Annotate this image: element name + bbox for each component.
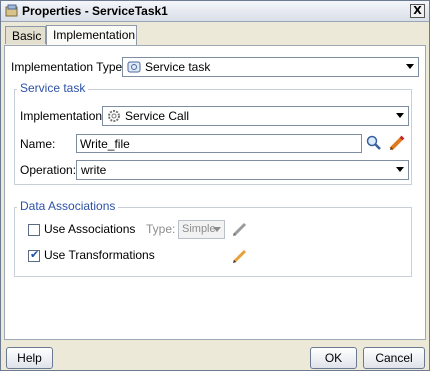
use-transformations-label: Use Transformations <box>44 248 155 262</box>
type-combo[interactable]: Simple <box>178 220 225 239</box>
edit-icon[interactable] <box>231 220 249 238</box>
name-value: Write_file <box>80 137 130 151</box>
operation-value: write <box>81 163 107 177</box>
edit-icon[interactable] <box>231 247 249 265</box>
use-associations-checkbox[interactable] <box>28 224 40 236</box>
title-bar[interactable]: Properties - ServiceTask1 X <box>1 1 429 22</box>
implementation-type-label: Implementation Type: <box>11 60 126 74</box>
operation-label: Operation: <box>20 163 77 177</box>
implementation-combo[interactable]: Service Call <box>102 106 409 126</box>
close-button[interactable]: X <box>410 4 425 18</box>
name-label: Name: <box>20 137 56 151</box>
implementation-label: Implementation: <box>20 109 106 123</box>
gear-icon <box>108 110 120 122</box>
chevron-down-icon <box>406 64 414 69</box>
tab-basic[interactable]: Basic <box>5 26 46 44</box>
use-transformations-checkbox[interactable]: ✔ <box>28 248 40 262</box>
search-icon[interactable] <box>365 134 383 152</box>
tab-implementation[interactable]: Implementation <box>46 25 137 45</box>
properties-icon <box>5 4 18 17</box>
implementation-type-combo[interactable]: Service task <box>122 57 419 77</box>
service-task-group-title: Service task <box>17 81 89 95</box>
data-associations-group-title: Data Associations <box>17 199 119 213</box>
implementation-panel: Implementation Type: Service task Servic… <box>4 45 426 340</box>
properties-dialog: Properties - ServiceTask1 X Basic Implem… <box>0 0 430 371</box>
service-task-icon <box>127 61 141 73</box>
type-label: Type: <box>146 222 176 236</box>
help-button[interactable]: Help <box>6 347 53 369</box>
chevron-down-icon <box>213 227 221 232</box>
cancel-button[interactable]: Cancel <box>363 347 425 369</box>
implementation-type-value: Service task <box>145 60 211 74</box>
data-associations-group <box>14 207 412 277</box>
operation-combo[interactable]: write <box>76 160 409 180</box>
type-value: Simple <box>182 223 216 235</box>
dialog-title: Properties - ServiceTask1 <box>22 4 168 18</box>
chevron-down-icon <box>396 113 404 118</box>
implementation-value: Service Call <box>125 109 190 123</box>
edit-icon[interactable] <box>388 134 406 152</box>
ok-button[interactable]: OK <box>310 347 357 369</box>
checkmark-icon: ✔ <box>30 248 40 261</box>
use-associations-label: Use Associations <box>44 222 136 236</box>
name-field[interactable]: Write_file <box>76 134 362 153</box>
chevron-down-icon <box>396 167 404 172</box>
